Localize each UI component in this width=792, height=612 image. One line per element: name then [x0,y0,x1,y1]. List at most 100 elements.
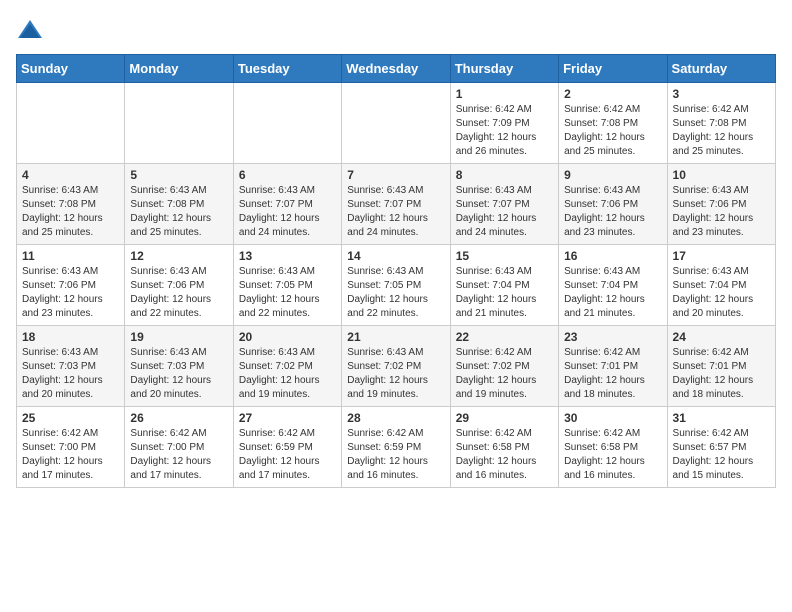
cell-content: Sunrise: 6:42 AM Sunset: 7:01 PM Dayligh… [673,346,770,402]
calendar-cell: 14 Sunrise: 6:43 AM Sunset: 7:05 PM Dayli… [342,245,450,326]
cell-content: Sunrise: 6:43 AM Sunset: 7:05 PM Dayligh… [347,265,444,321]
day-number: 15 [456,249,553,263]
logo [16,16,48,44]
calendar-cell: 20 Sunrise: 6:43 AM Sunset: 7:02 PM Dayli… [233,326,341,407]
day-number: 16 [564,249,661,263]
day-number: 29 [456,411,553,425]
calendar-cell: 30 Sunrise: 6:42 AM Sunset: 6:58 PM Dayli… [559,407,667,488]
calendar-cell: 19 Sunrise: 6:43 AM Sunset: 7:03 PM Dayli… [125,326,233,407]
calendar-cell: 1 Sunrise: 6:42 AM Sunset: 7:09 PM Daylig… [450,83,558,164]
day-header-sunday: Sunday [17,55,125,83]
cell-content: Sunrise: 6:43 AM Sunset: 7:02 PM Dayligh… [239,346,336,402]
calendar-cell: 12 Sunrise: 6:43 AM Sunset: 7:06 PM Dayli… [125,245,233,326]
day-number: 31 [673,411,770,425]
day-number: 26 [130,411,227,425]
calendar-cell: 4 Sunrise: 6:43 AM Sunset: 7:08 PM Daylig… [17,164,125,245]
week-row-5: 25Sunrise: 6:42 AM Sunset: 7:00 PM Dayli… [17,407,776,488]
cell-content: Sunrise: 6:42 AM Sunset: 7:08 PM Dayligh… [564,103,661,159]
cell-content: Sunrise: 6:43 AM Sunset: 7:06 PM Dayligh… [673,184,770,240]
day-number: 28 [347,411,444,425]
cell-content: Sunrise: 6:43 AM Sunset: 7:06 PM Dayligh… [564,184,661,240]
cell-content: Sunrise: 6:43 AM Sunset: 7:07 PM Dayligh… [239,184,336,240]
day-number: 2 [564,87,661,101]
day-number: 24 [673,330,770,344]
day-header-tuesday: Tuesday [233,55,341,83]
calendar-cell: 25Sunrise: 6:42 AM Sunset: 7:00 PM Dayli… [17,407,125,488]
day-number: 13 [239,249,336,263]
calendar-cell [17,83,125,164]
calendar-cell: 2 Sunrise: 6:42 AM Sunset: 7:08 PM Daylig… [559,83,667,164]
day-number: 27 [239,411,336,425]
generalblue-icon [16,16,44,44]
cell-content: Sunrise: 6:42 AM Sunset: 6:59 PM Dayligh… [239,427,336,483]
day-number: 8 [456,168,553,182]
calendar-cell [342,83,450,164]
day-number: 10 [673,168,770,182]
day-number: 30 [564,411,661,425]
calendar-cell: 29Sunrise: 6:42 AM Sunset: 6:58 PM Dayli… [450,407,558,488]
calendar-cell: 22Sunrise: 6:42 AM Sunset: 7:02 PM Dayli… [450,326,558,407]
day-header-thursday: Thursday [450,55,558,83]
cell-content: Sunrise: 6:42 AM Sunset: 7:08 PM Dayligh… [673,103,770,159]
cell-content: Sunrise: 6:42 AM Sunset: 7:00 PM Dayligh… [130,427,227,483]
calendar-cell: 16 Sunrise: 6:43 AM Sunset: 7:04 PM Dayli… [559,245,667,326]
calendar-cell: 21 Sunrise: 6:43 AM Sunset: 7:02 PM Dayli… [342,326,450,407]
cell-content: Sunrise: 6:43 AM Sunset: 7:08 PM Dayligh… [130,184,227,240]
day-number: 17 [673,249,770,263]
cell-content: Sunrise: 6:42 AM Sunset: 7:00 PM Dayligh… [22,427,119,483]
calendar-cell [233,83,341,164]
day-number: 20 [239,330,336,344]
calendar-cell: 31Sunrise: 6:42 AM Sunset: 6:57 PM Dayli… [667,407,775,488]
day-header-monday: Monday [125,55,233,83]
day-header-wednesday: Wednesday [342,55,450,83]
cell-content: Sunrise: 6:42 AM Sunset: 6:59 PM Dayligh… [347,427,444,483]
header [16,16,776,44]
cell-content: Sunrise: 6:43 AM Sunset: 7:06 PM Dayligh… [130,265,227,321]
day-number: 22 [456,330,553,344]
cell-content: Sunrise: 6:43 AM Sunset: 7:07 PM Dayligh… [456,184,553,240]
calendar-cell: 13 Sunrise: 6:43 AM Sunset: 7:05 PM Dayli… [233,245,341,326]
calendar-cell: 10 Sunrise: 6:43 AM Sunset: 7:06 PM Dayli… [667,164,775,245]
calendar-cell: 3 Sunrise: 6:42 AM Sunset: 7:08 PM Daylig… [667,83,775,164]
cell-content: Sunrise: 6:43 AM Sunset: 7:07 PM Dayligh… [347,184,444,240]
day-number: 6 [239,168,336,182]
calendar-cell: 23 Sunrise: 6:42 AM Sunset: 7:01 PM Dayli… [559,326,667,407]
calendar-cell: 11Sunrise: 6:43 AM Sunset: 7:06 PM Dayli… [17,245,125,326]
cell-content: Sunrise: 6:43 AM Sunset: 7:03 PM Dayligh… [130,346,227,402]
calendar-cell: 24 Sunrise: 6:42 AM Sunset: 7:01 PM Dayli… [667,326,775,407]
week-row-3: 11Sunrise: 6:43 AM Sunset: 7:06 PM Dayli… [17,245,776,326]
cell-content: Sunrise: 6:43 AM Sunset: 7:08 PM Dayligh… [22,184,119,240]
calendar-cell: 27 Sunrise: 6:42 AM Sunset: 6:59 PM Dayli… [233,407,341,488]
cell-content: Sunrise: 6:43 AM Sunset: 7:05 PM Dayligh… [239,265,336,321]
day-number: 18 [22,330,119,344]
calendar-header-row: SundayMondayTuesdayWednesdayThursdayFrid… [17,55,776,83]
cell-content: Sunrise: 6:43 AM Sunset: 7:06 PM Dayligh… [22,265,119,321]
cell-content: Sunrise: 6:43 AM Sunset: 7:03 PM Dayligh… [22,346,119,402]
calendar-cell: 9Sunrise: 6:43 AM Sunset: 7:06 PM Daylig… [559,164,667,245]
cell-content: Sunrise: 6:43 AM Sunset: 7:04 PM Dayligh… [456,265,553,321]
cell-content: Sunrise: 6:43 AM Sunset: 7:02 PM Dayligh… [347,346,444,402]
day-number: 7 [347,168,444,182]
day-number: 3 [673,87,770,101]
day-number: 1 [456,87,553,101]
cell-content: Sunrise: 6:43 AM Sunset: 7:04 PM Dayligh… [564,265,661,321]
cell-content: Sunrise: 6:43 AM Sunset: 7:04 PM Dayligh… [673,265,770,321]
day-number: 21 [347,330,444,344]
week-row-1: 1 Sunrise: 6:42 AM Sunset: 7:09 PM Daylig… [17,83,776,164]
day-header-friday: Friday [559,55,667,83]
cell-content: Sunrise: 6:42 AM Sunset: 6:58 PM Dayligh… [564,427,661,483]
cell-content: Sunrise: 6:42 AM Sunset: 7:01 PM Dayligh… [564,346,661,402]
calendar-cell: 6 Sunrise: 6:43 AM Sunset: 7:07 PM Daylig… [233,164,341,245]
day-number: 12 [130,249,227,263]
cell-content: Sunrise: 6:42 AM Sunset: 7:09 PM Dayligh… [456,103,553,159]
calendar-cell: 15 Sunrise: 6:43 AM Sunset: 7:04 PM Dayli… [450,245,558,326]
calendar-cell [125,83,233,164]
calendar-cell: 8 Sunrise: 6:43 AM Sunset: 7:07 PM Daylig… [450,164,558,245]
day-number: 23 [564,330,661,344]
day-number: 4 [22,168,119,182]
day-header-saturday: Saturday [667,55,775,83]
day-number: 14 [347,249,444,263]
calendar-cell: 7 Sunrise: 6:43 AM Sunset: 7:07 PM Daylig… [342,164,450,245]
calendar-cell: 18 Sunrise: 6:43 AM Sunset: 7:03 PM Dayli… [17,326,125,407]
day-number: 19 [130,330,227,344]
